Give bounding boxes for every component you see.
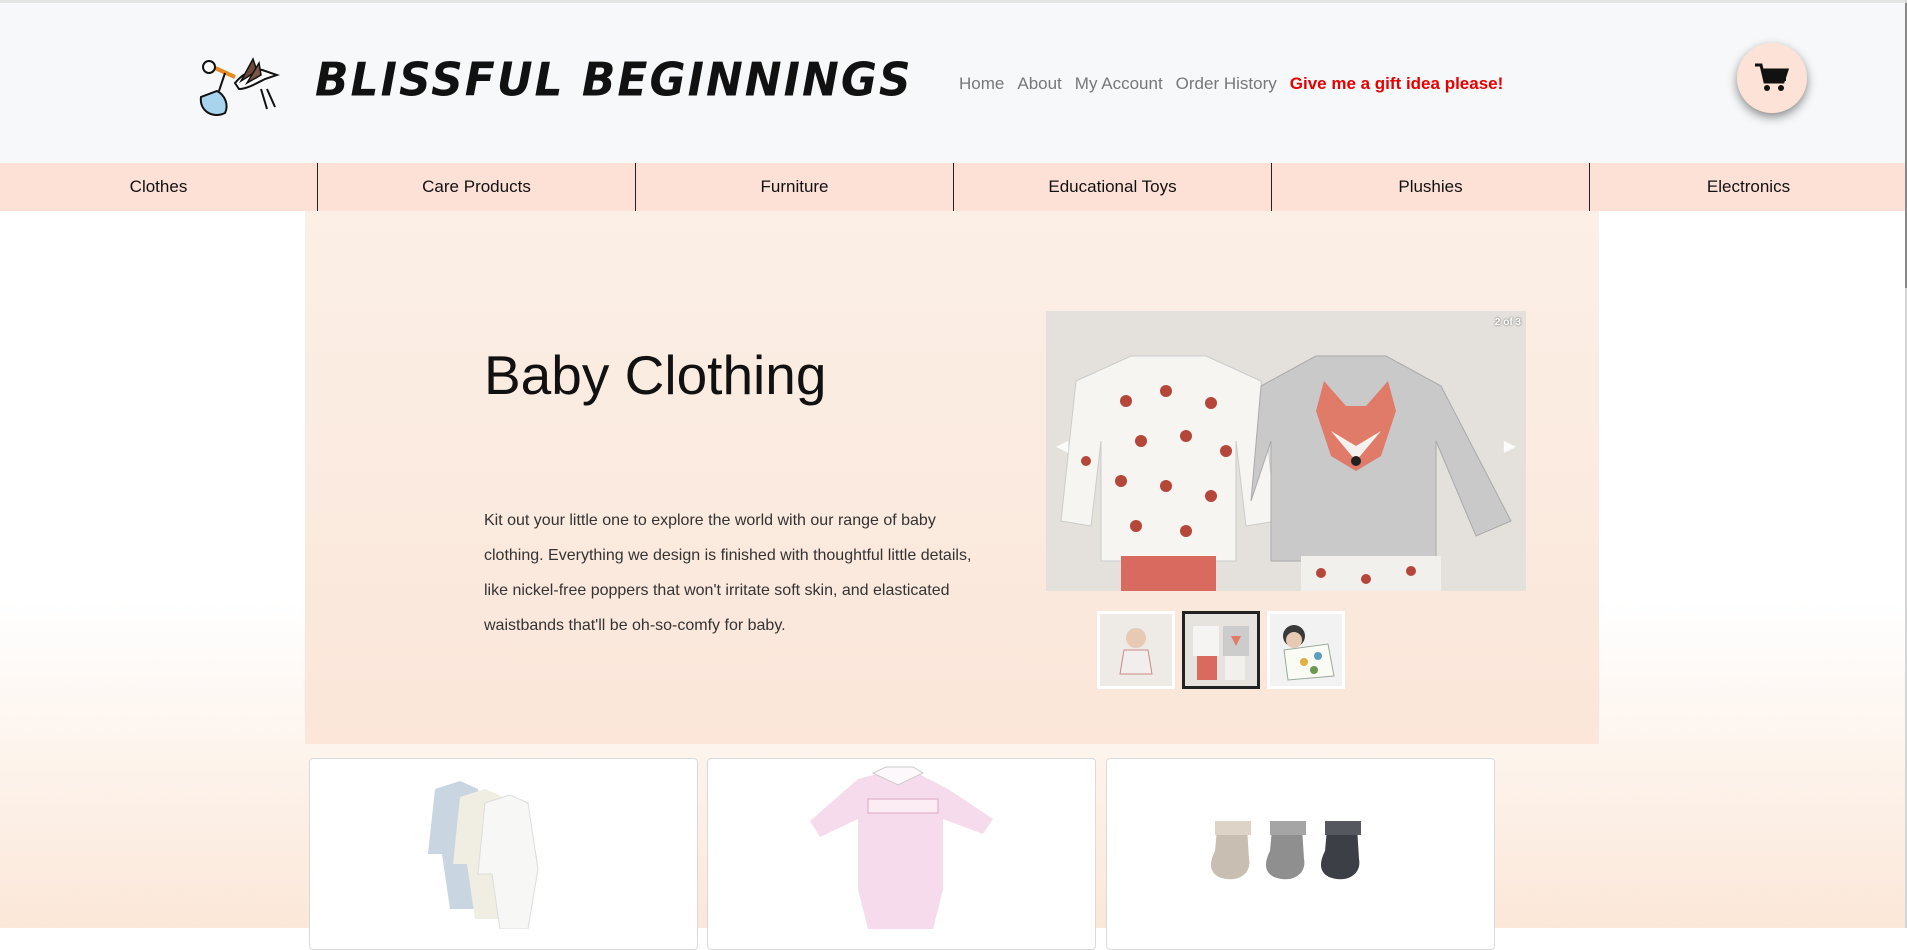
thumbnail-2[interactable] (1182, 611, 1260, 689)
product-card-pink-romper[interactable] (707, 758, 1096, 950)
nav-account-link[interactable]: My Account (1075, 74, 1163, 94)
category-educational-toys[interactable]: Educational Toys (954, 163, 1272, 211)
baby-sitting-image (1100, 614, 1172, 686)
product-card-sleepsuits[interactable] (309, 758, 698, 950)
site-header: BLISSFUL BEGINNINGS Home About My Accoun… (0, 3, 1907, 163)
main-nav: Home About My Account Order History Give… (959, 74, 1516, 94)
nav-home-link[interactable]: Home (959, 74, 1004, 94)
carousel-prev-icon[interactable]: ◀ (1056, 436, 1068, 456)
pink-romper-image (810, 766, 993, 929)
stork-icon (199, 57, 280, 116)
carousel-thumbnails (1097, 611, 1345, 689)
thumbnail-3[interactable] (1267, 611, 1345, 689)
thumbnail-1[interactable] (1097, 611, 1175, 689)
hero-section: Baby Clothing Kit out your little one to… (305, 211, 1599, 744)
cart-button[interactable] (1737, 43, 1807, 113)
carousel-slide[interactable]: 2 of 3 ◀ ▶ (1046, 311, 1526, 591)
clothing-set-image (1046, 311, 1526, 591)
hero-description: Kit out your little one to explore the w… (484, 512, 972, 634)
clothing-set-thumb-image (1185, 614, 1257, 686)
category-furniture[interactable]: Furniture (636, 163, 954, 211)
brand-name[interactable]: BLISSFUL BEGINNINGS (315, 54, 913, 108)
product-card-socks[interactable] (1106, 758, 1495, 950)
category-bar: Clothes Care Products Furniture Educatio… (0, 163, 1907, 211)
cart-icon (1755, 63, 1790, 91)
hero-title: Baby Clothing (484, 344, 827, 406)
carousel-next-icon[interactable]: ▶ (1504, 436, 1516, 456)
socks-image (1211, 821, 1361, 880)
gift-idea-link[interactable]: Give me a gift idea please! (1290, 74, 1504, 94)
baby-lying-image (1270, 614, 1342, 686)
category-plushies[interactable]: Plushies (1272, 163, 1590, 211)
sleepsuits-image (428, 781, 539, 930)
nav-about-link[interactable]: About (1017, 74, 1061, 94)
category-care-products[interactable]: Care Products (318, 163, 636, 211)
category-clothes[interactable]: Clothes (0, 163, 318, 211)
nav-order-history-link[interactable]: Order History (1176, 74, 1277, 94)
category-electronics[interactable]: Electronics (1590, 163, 1907, 211)
slide-counter: 2 of 3 (1494, 317, 1521, 328)
